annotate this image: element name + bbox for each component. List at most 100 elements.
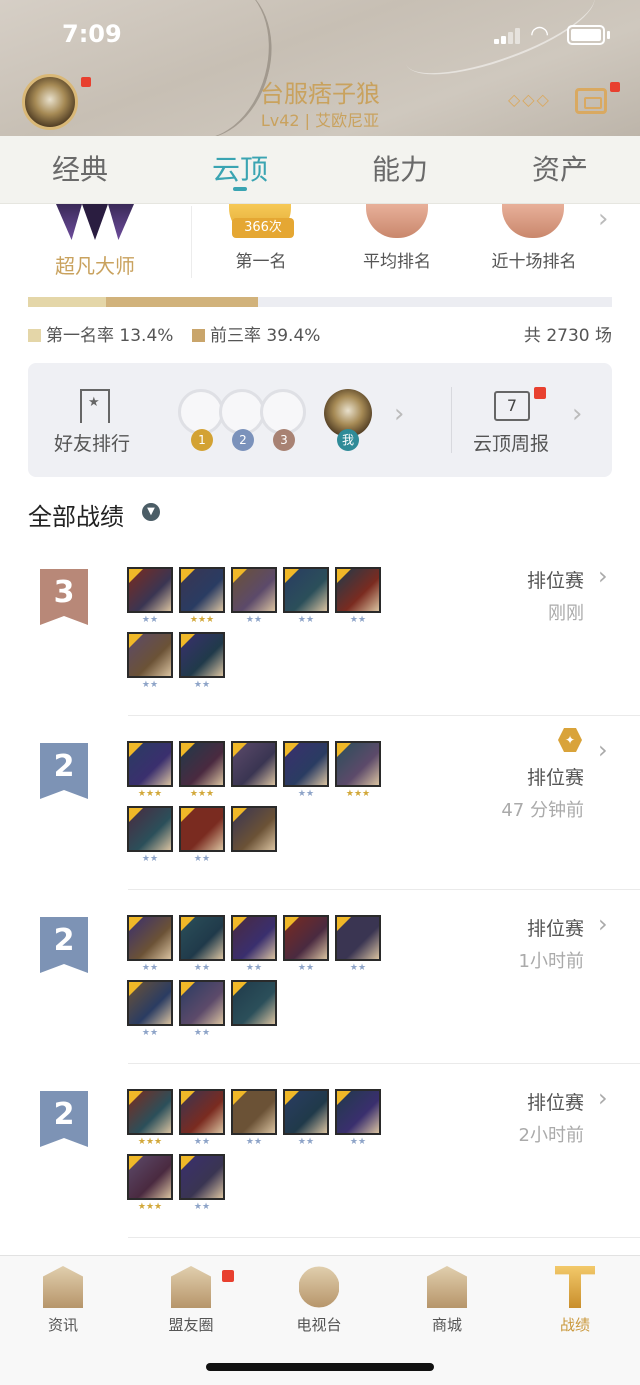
divider <box>451 387 452 453</box>
champion-icon[interactable] <box>231 915 277 961</box>
friend-leaderboard-label[interactable]: 好友排行 <box>54 429 130 456</box>
champion-icon[interactable] <box>179 567 225 613</box>
champion-icon[interactable] <box>231 980 277 1026</box>
champion-icon[interactable] <box>127 1089 173 1135</box>
nav-shop[interactable]: 商城 <box>397 1266 497 1335</box>
bookmark-star-icon[interactable] <box>80 389 110 423</box>
ellipsis-icon[interactable]: ◇◇◇ <box>508 90 551 109</box>
star-level: ★★ <box>141 680 159 690</box>
rank-emblem-icon <box>56 204 134 240</box>
match-time: 47 分钟前 <box>501 800 584 821</box>
champion-icon[interactable] <box>179 632 225 678</box>
match-row[interactable]: 2 ★★ ★★ ★★ ★★ ★★ ★★ ★★ 排位赛 1小时前 › <box>0 890 640 1064</box>
champion-icon[interactable] <box>127 567 173 613</box>
first-count: 366次 <box>232 218 294 238</box>
tab-classic[interactable]: 经典 <box>0 136 160 203</box>
star-level: ★★ <box>349 963 367 973</box>
chevron-right-icon[interactable]: › <box>598 562 608 590</box>
star-level: ★★ <box>193 680 211 690</box>
champion-icon[interactable] <box>231 567 277 613</box>
message-icon[interactable] <box>575 88 607 114</box>
champion-icon[interactable] <box>179 980 225 1026</box>
match-time: 刚刚 <box>548 603 584 624</box>
nav-news[interactable]: 资讯 <box>13 1266 113 1335</box>
chevron-right-icon[interactable]: › <box>598 910 608 938</box>
nav-label: 战绩 <box>559 1316 590 1334</box>
placement-badge: 2 <box>40 1091 88 1147</box>
champion-icon[interactable] <box>231 1089 277 1135</box>
champion-icon[interactable] <box>179 806 225 852</box>
match-mode: 排位赛 <box>526 570 584 592</box>
star-level: ★★ <box>297 963 315 973</box>
chevron-right-icon[interactable]: › <box>598 204 608 234</box>
first-rate-text: 第一名率 13.4% <box>46 326 174 346</box>
legend-swatch <box>28 329 41 342</box>
champion-icon[interactable] <box>127 632 173 678</box>
legend-swatch <box>192 329 205 342</box>
tab-assets[interactable]: 资产 <box>480 136 640 203</box>
champion-icon[interactable] <box>127 915 173 961</box>
champion-icon[interactable] <box>335 567 381 613</box>
top-tabs: 经典 云顶 能力 资产 <box>0 136 640 204</box>
rank-number: 2 <box>232 429 254 451</box>
weekly-report-label[interactable]: 云顶周报 <box>473 429 549 456</box>
chevron-right-icon[interactable]: › <box>394 399 404 429</box>
placement-badge: 2 <box>40 743 88 799</box>
recent-rank-label: 近十场排名 <box>491 252 577 272</box>
shop-icon <box>427 1266 467 1308</box>
champion-icon[interactable] <box>231 741 277 787</box>
hex-badge-icon: ✦ <box>558 728 582 752</box>
star-level: ★★ <box>141 963 159 973</box>
champion-icon[interactable] <box>127 741 173 787</box>
star-level: ★★ <box>141 854 159 864</box>
chevron-right-icon[interactable]: › <box>572 399 582 429</box>
champion-icon[interactable] <box>179 915 225 961</box>
rank-number: 3 <box>273 429 295 451</box>
top3-rate-text: 前三率 39.4% <box>210 326 321 346</box>
match-row[interactable]: 3 ★★ ★★★ ★★ ★★ ★★ ★★ ★★ 排位赛 刚刚 › <box>0 542 640 716</box>
champion-icon[interactable] <box>179 1154 225 1200</box>
champion-icon[interactable] <box>127 806 173 852</box>
wifi-icon: ◠ <box>530 22 550 47</box>
champion-icon[interactable] <box>127 980 173 1026</box>
battery-icon <box>567 25 605 45</box>
champion-icon[interactable] <box>335 1089 381 1135</box>
star-level: ★★ <box>193 1137 211 1147</box>
match-row[interactable]: 2 ★★★ ★★ ★★ ★★ ★★ ★★★ ★★ 排位赛 2小时前 › <box>0 1064 640 1238</box>
record-icon <box>555 1266 595 1308</box>
notification-dot <box>222 1270 234 1282</box>
champion-icon[interactable] <box>335 741 381 787</box>
chevron-right-icon[interactable]: › <box>598 1084 608 1112</box>
match-mode: 排位赛 <box>526 1092 584 1114</box>
chevron-right-icon[interactable]: › <box>598 736 608 764</box>
star-level: ★★ <box>141 615 159 625</box>
divider <box>128 1237 640 1238</box>
champion-icon[interactable] <box>283 915 329 961</box>
avg-rank-label: 平均排名 <box>363 252 431 272</box>
home-indicator[interactable] <box>206 1363 434 1371</box>
calendar-icon[interactable]: 7 <box>494 391 530 421</box>
tab-tft[interactable]: 云顶 <box>160 136 320 203</box>
tab-ability[interactable]: 能力 <box>320 136 480 203</box>
champion-icon[interactable] <box>335 915 381 961</box>
cellular-signal-icon <box>494 28 522 44</box>
divider <box>191 206 192 278</box>
champion-icon[interactable] <box>283 567 329 613</box>
nav-record[interactable]: 战绩 <box>525 1266 625 1335</box>
star-level: ★★ <box>193 1028 211 1038</box>
champion-icon[interactable] <box>283 741 329 787</box>
match-row[interactable]: 2 ★★★ ★★★ ★★ ★★★ ★★ ★★ ✦ 排位赛 47 分钟前 › <box>0 716 640 890</box>
star-level: ★★ <box>297 789 315 799</box>
star-level: ★★ <box>349 615 367 625</box>
first-label: 第一名 <box>235 252 287 272</box>
champion-icon[interactable] <box>127 1154 173 1200</box>
champion-icon[interactable] <box>179 1089 225 1135</box>
star-level: ★★ <box>141 1028 159 1038</box>
nav-tv[interactable]: 电视台 <box>269 1266 369 1335</box>
match-mode: 排位赛 <box>526 918 584 940</box>
chevron-down-icon[interactable]: ▼ <box>142 503 160 521</box>
me-label: 我 <box>337 429 359 451</box>
champion-icon[interactable] <box>179 741 225 787</box>
champion-icon[interactable] <box>231 806 277 852</box>
champion-icon[interactable] <box>283 1089 329 1135</box>
